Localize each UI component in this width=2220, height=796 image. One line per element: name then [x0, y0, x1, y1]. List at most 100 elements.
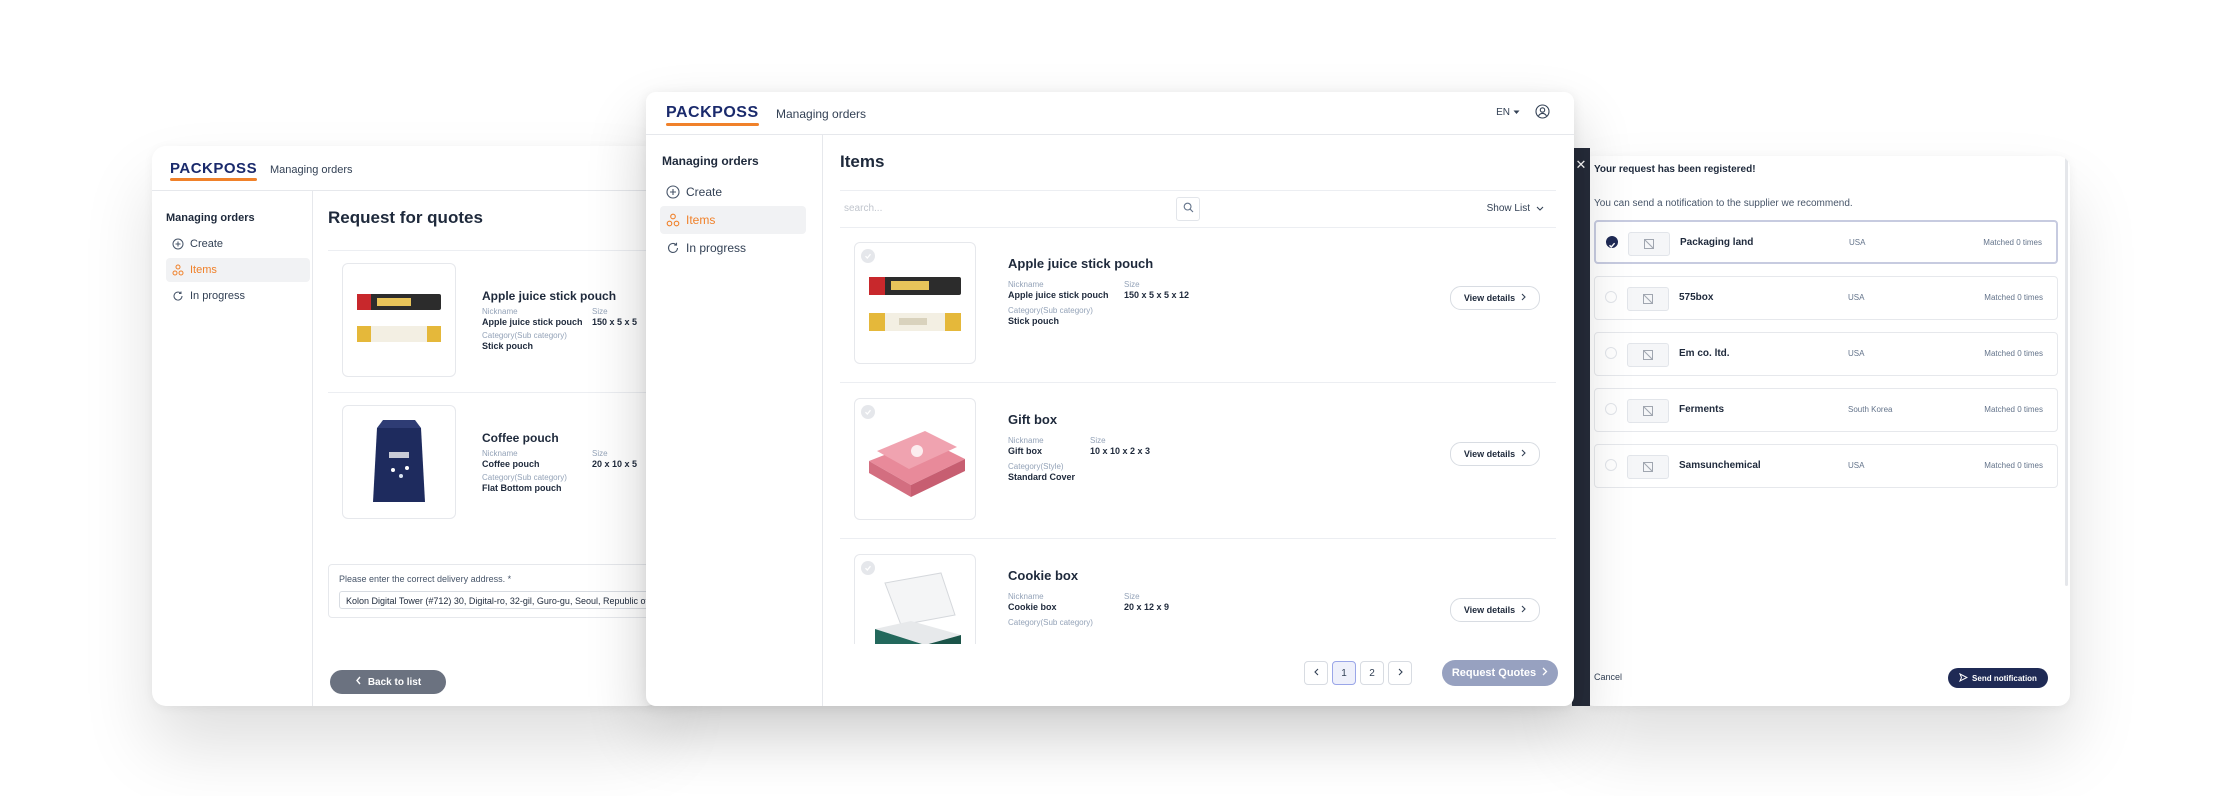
product-card: Coffee pouch Nickname Size Coffee pouch … — [328, 392, 660, 523]
show-list-label: Show List — [1486, 203, 1530, 214]
sidebar-item-label: Items — [686, 213, 716, 227]
nickname-value: Coffee pouch — [482, 459, 540, 469]
request-quotes-button[interactable]: Request Quotes — [1442, 660, 1558, 686]
supplier-radio[interactable] — [1605, 403, 1617, 415]
search-button[interactable] — [1176, 197, 1200, 221]
request-quotes-window: PACKPOSS Managing orders Managing orders… — [152, 146, 660, 706]
supplier-name: Em co. ltd. — [1679, 348, 1730, 359]
image-placeholder-icon — [1627, 455, 1669, 479]
sidebar-item-create[interactable]: Create — [660, 178, 806, 206]
sidebar-item-in-progress[interactable]: In progress — [660, 234, 806, 262]
view-details-button[interactable]: View details — [1450, 286, 1540, 310]
nickname-label: Nickname — [1008, 280, 1044, 289]
size-label: Size — [1090, 436, 1106, 445]
item-image — [854, 554, 976, 644]
nickname-label: Nickname — [482, 307, 518, 316]
supplier-country: USA — [1848, 461, 1865, 470]
size-value: 20 x 12 x 9 — [1124, 602, 1170, 612]
chevron-right-icon — [1542, 667, 1548, 679]
category-label: Category(Sub category) — [1008, 618, 1093, 627]
item-checkbox[interactable] — [861, 405, 875, 419]
page-button-1[interactable]: 1 — [1332, 661, 1356, 685]
item-name: Cookie box — [1008, 568, 1079, 583]
search-input[interactable]: search... — [844, 203, 882, 214]
progress-icon — [172, 290, 184, 302]
sidebar-item-items[interactable]: Items — [166, 258, 310, 282]
progress-icon — [666, 241, 680, 255]
send-notification-button[interactable]: Send notification — [1948, 668, 2048, 688]
next-page-button[interactable] — [1388, 661, 1412, 685]
size-label: Size — [592, 307, 608, 316]
view-details-button[interactable]: View details — [1450, 598, 1540, 622]
size-value: 20 x 10 x 5 — [592, 459, 638, 469]
cancel-button[interactable]: Cancel — [1594, 672, 1622, 682]
user-account-icon[interactable] — [1535, 104, 1550, 124]
size-label: Size — [592, 449, 608, 458]
item-name: Apple juice stick pouch — [1008, 256, 1154, 271]
plus-circle-icon — [172, 238, 184, 250]
supplier-radio[interactable] — [1606, 236, 1618, 249]
sidebar-item-label: Items — [190, 264, 217, 276]
category-value: Stick pouch — [1008, 316, 1060, 326]
supplier-radio[interactable] — [1605, 291, 1617, 303]
supplier-matched: Matched 0 times — [1984, 349, 2043, 358]
scrollbar[interactable] — [2065, 156, 2068, 586]
supplier-row[interactable]: Ferments South Korea Matched 0 times — [1594, 388, 2058, 432]
product-card: Apple juice stick pouch Nickname Size Ap… — [328, 250, 660, 381]
close-icon[interactable]: ✕ — [1574, 158, 1588, 172]
registered-subtitle: You can send a notification to the suppl… — [1594, 198, 1853, 209]
chevron-right-icon — [1521, 605, 1526, 615]
back-to-list-button[interactable]: Back to list — [330, 670, 446, 694]
sidebar-item-label: Create — [190, 238, 224, 250]
supplier-country: USA — [1848, 293, 1865, 302]
sidebar-item-items[interactable]: Items — [660, 206, 806, 234]
view-details-button[interactable]: View details — [1450, 442, 1540, 466]
mid-sidebar: Managing orders Create Items In progress — [646, 134, 823, 706]
packposs-logo[interactable]: PACKPOSS — [666, 104, 759, 126]
language-selector[interactable]: EN — [1496, 107, 1520, 118]
chevron-left-icon — [355, 676, 362, 688]
product-image — [342, 263, 456, 377]
delivery-address-label: Please enter the correct delivery addres… — [339, 574, 512, 584]
items-icon — [666, 213, 680, 227]
language-label: EN — [1496, 107, 1510, 118]
supplier-row[interactable]: 575box USA Matched 0 times — [1594, 276, 2058, 320]
supplier-country: USA — [1848, 349, 1865, 358]
item-image — [854, 398, 976, 520]
prev-page-button[interactable] — [1304, 661, 1328, 685]
category-value: Flat Bottom pouch — [482, 483, 562, 493]
chevron-right-icon — [1521, 449, 1526, 459]
chevron-down-icon — [1536, 203, 1544, 214]
supplier-radio[interactable] — [1605, 459, 1617, 471]
supplier-row[interactable]: Em co. ltd. USA Matched 0 times — [1594, 332, 2058, 376]
page-button-2[interactable]: 2 — [1360, 661, 1384, 685]
supplier-name: Packaging land — [1680, 237, 1754, 248]
chevron-right-icon — [1398, 668, 1403, 679]
size-label: Size — [1124, 280, 1140, 289]
delivery-address-input[interactable]: Kolon Digital Tower (#712) 30, Digital-r… — [339, 591, 659, 609]
nickname-label: Nickname — [1008, 592, 1044, 601]
list-item: Apple juice stick pouch Nickname Size Ap… — [840, 226, 1556, 383]
packposs-logo[interactable]: PACKPOSS — [170, 160, 258, 181]
size-value: 150 x 5 x 5 x 12 — [1124, 290, 1190, 300]
category-value: Standard Cover — [1008, 472, 1076, 482]
supplier-row[interactable]: Samsunchemical USA Matched 0 times — [1594, 444, 2058, 488]
sidebar-item-create[interactable]: Create — [166, 232, 310, 256]
item-checkbox[interactable] — [861, 249, 875, 263]
category-label: Category(Sub category) — [482, 473, 567, 482]
notification-window: Your request has been registered! You ca… — [1582, 156, 2070, 706]
supplier-row[interactable]: Packaging land USA Matched 0 times — [1594, 220, 2058, 264]
page-title: Items — [840, 152, 885, 171]
size-value: 10 x 10 x 2 x 3 — [1090, 446, 1151, 456]
supplier-radio[interactable] — [1605, 347, 1617, 359]
category-label: Category(Style) — [1008, 462, 1064, 471]
product-name: Coffee pouch — [482, 431, 559, 445]
image-placeholder-icon — [1627, 343, 1669, 367]
item-checkbox[interactable] — [861, 561, 875, 575]
sidebar-item-in-progress[interactable]: In progress — [166, 284, 310, 308]
view-details-label: View details — [1463, 293, 1516, 303]
supplier-country: South Korea — [1848, 405, 1893, 414]
product-name: Apple juice stick pouch — [482, 289, 617, 303]
show-list-dropdown[interactable]: Show List — [1487, 203, 1544, 214]
size-label: Size — [1124, 592, 1140, 601]
